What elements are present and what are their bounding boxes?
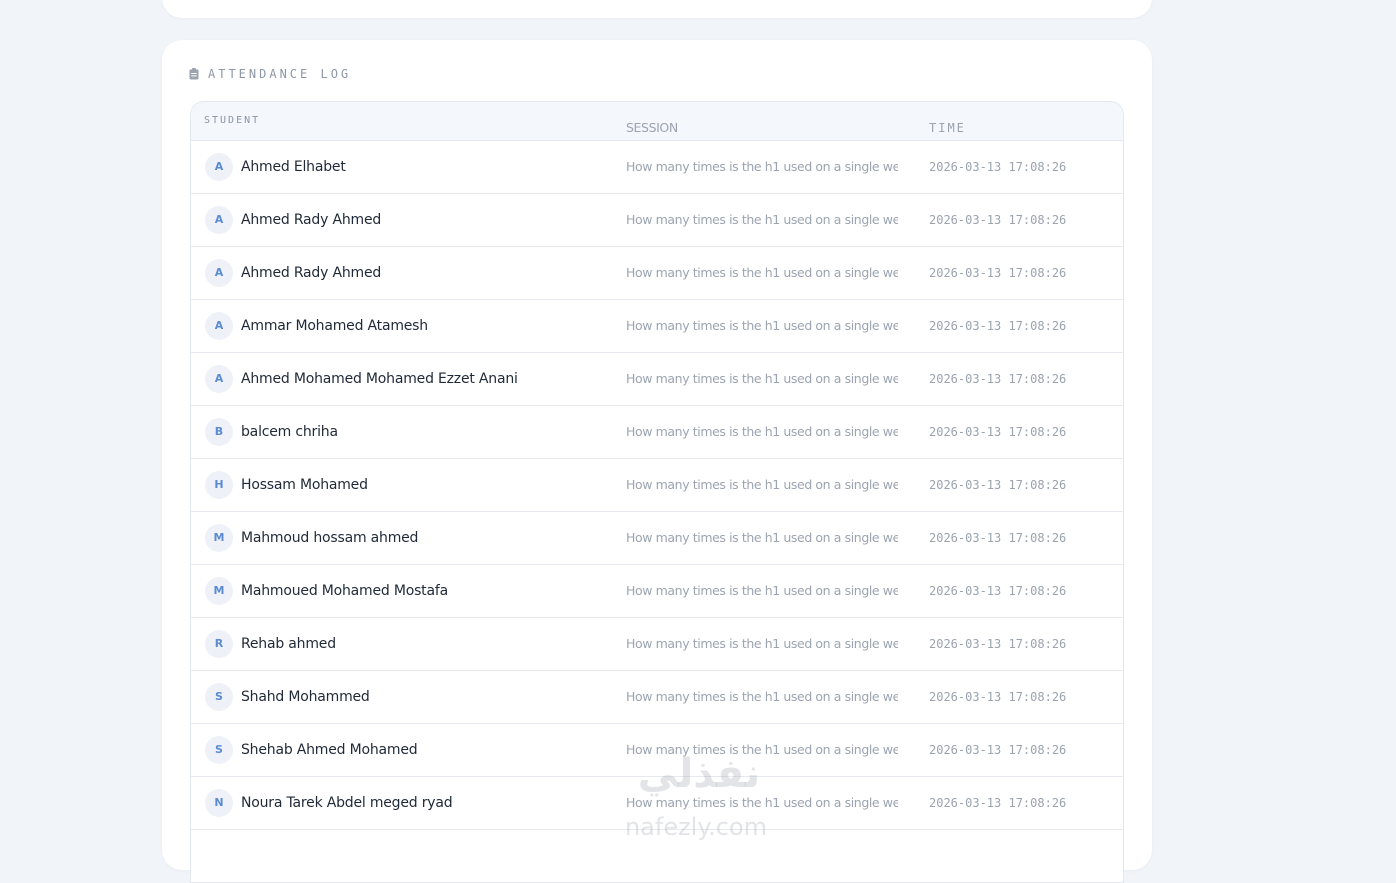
clipboard-icon: [189, 68, 199, 80]
session-title: How many times is the h1 used on a singl…: [626, 265, 898, 280]
session-title: How many times is the h1 used on a singl…: [626, 742, 898, 757]
attendance-time: 2026-03-13 17:08:26: [929, 160, 1067, 174]
table-row[interactable]: A Ahmed Elhabet How many times is the h1 u…: [191, 141, 1123, 194]
attendance-time: 2026-03-13 17:08:26: [929, 796, 1067, 810]
session-title: How many times is the h1 used on a singl…: [626, 636, 898, 651]
table-row[interactable]: A Ahmed Rady Ahmed How many times is the h…: [191, 247, 1123, 300]
table-row[interactable]: S Shehab Ahmed Mohamed How many times is t…: [191, 724, 1123, 777]
table-row[interactable]: A Ahmed Mohamed Mohamed Ezzet Anani How ma…: [191, 353, 1123, 406]
session-title: How many times is the h1 used on a singl…: [626, 212, 898, 227]
column-header-student: Student: [204, 115, 261, 126]
table-row[interactable]: A Ammar Mohamed Atamesh How many times is …: [191, 300, 1123, 353]
table-row[interactable]: A Ahmed Rady Ahmed How many times is the h…: [191, 194, 1123, 247]
table-row[interactable]: H Hossam Mohamed How many times is the h1 …: [191, 459, 1123, 512]
student-name: Shehab Ahmed Mohamed: [241, 742, 418, 758]
student-name: Rehab ahmed: [241, 636, 336, 652]
avatar: B: [205, 418, 233, 446]
table-row[interactable]: M Mahmoued Mohamed Mostafa How many times …: [191, 565, 1123, 618]
student-name: Mahmoud hossam ahmed: [241, 530, 419, 546]
avatar: M: [205, 524, 233, 552]
table-row[interactable]: S Shahd Mohammed How many times is the h1 …: [191, 671, 1123, 724]
avatar: S: [205, 683, 233, 711]
student-name: Ahmed Rady Ahmed: [241, 265, 382, 281]
card-header: Attendance Log: [189, 66, 351, 82]
attendance-time: 2026-03-13 17:08:26: [929, 743, 1067, 757]
attendance-time: 2026-03-13 17:08:26: [929, 531, 1067, 545]
attendance-time: 2026-03-13 17:08:26: [929, 266, 1067, 280]
avatar: A: [205, 312, 233, 340]
student-name: Mahmoued Mohamed Mostafa: [241, 583, 448, 599]
card-title: Attendance Log: [208, 67, 352, 81]
student-name: Ahmed Mohamed Mohamed Ezzet Anani: [241, 371, 518, 387]
attendance-time: 2026-03-13 17:08:26: [929, 213, 1067, 227]
avatar: A: [205, 259, 233, 287]
attendance-log-card: Attendance Log Student Session Time A Ahm…: [162, 40, 1152, 883]
session-title: How many times is the h1 used on a singl…: [626, 530, 898, 545]
table-row[interactable]: M Mahmoud hossam ahmed How many times is t…: [191, 512, 1123, 565]
session-title: How many times is the h1 used on a singl…: [626, 477, 898, 492]
attendance-time: 2026-03-13 17:08:26: [929, 478, 1067, 492]
attendance-time: 2026-03-13 17:08:26: [929, 690, 1067, 704]
session-title: How many times is the h1 used on a singl…: [626, 583, 898, 598]
avatar: A: [205, 153, 233, 181]
table-body: A Ahmed Elhabet How many times is the h1 u…: [191, 141, 1123, 830]
student-name: Hossam Mohamed: [241, 477, 368, 493]
previous-card: [162, 0, 1152, 18]
session-title: How many times is the h1 used on a singl…: [626, 795, 898, 810]
session-title: How many times is the h1 used on a singl…: [626, 371, 898, 386]
session-title: How many times is the h1 used on a singl…: [626, 318, 898, 333]
table-row[interactable]: N Noura Tarek Abdel meged ryad How many ti…: [191, 777, 1123, 830]
student-name: Ahmed Elhabet: [241, 159, 346, 175]
table-header: Student Session Time: [191, 102, 1123, 141]
attendance-time: 2026-03-13 17:08:26: [929, 372, 1067, 386]
student-name: balcem chriha: [241, 424, 338, 440]
avatar: A: [205, 365, 233, 393]
avatar: H: [205, 471, 233, 499]
avatar: S: [205, 736, 233, 764]
student-name: Ahmed Rady Ahmed: [241, 212, 382, 228]
avatar: N: [205, 789, 233, 817]
avatar: M: [205, 577, 233, 605]
student-name: Ammar Mohamed Atamesh: [241, 318, 428, 334]
student-name: Noura Tarek Abdel meged ryad: [241, 795, 453, 811]
session-title: How many times is the h1 used on a singl…: [626, 159, 898, 174]
session-title: How many times is the h1 used on a singl…: [626, 689, 898, 704]
avatar: A: [205, 206, 233, 234]
attendance-time: 2026-03-13 17:08:26: [929, 319, 1067, 333]
session-title: How many times is the h1 used on a singl…: [626, 424, 898, 439]
student-name: Shahd Mohammed: [241, 689, 370, 705]
attendance-time: 2026-03-13 17:08:26: [929, 637, 1067, 651]
attendance-time: 2026-03-13 17:08:26: [929, 425, 1067, 439]
attendance-time: 2026-03-13 17:08:26: [929, 584, 1067, 598]
attendance-table: Student Session Time A Ahmed Elhabet How m…: [190, 101, 1124, 883]
table-row[interactable]: Bbalcem chriha How many times is the h1 u…: [191, 406, 1123, 459]
table-row[interactable]: R Rehab ahmed How many times is the h1 use…: [191, 618, 1123, 671]
avatar: R: [205, 630, 233, 658]
